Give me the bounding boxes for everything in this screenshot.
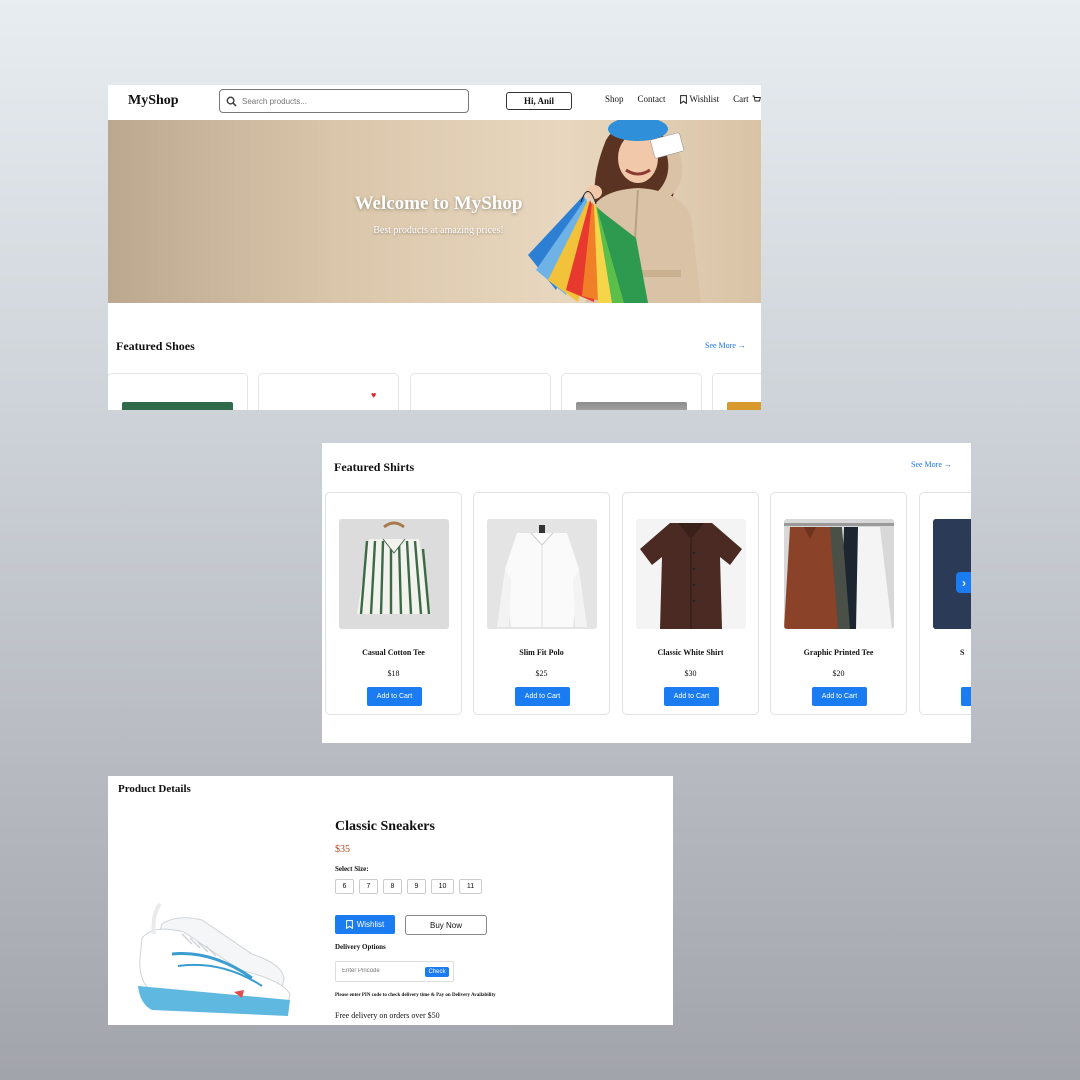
nav-cart[interactable]: Cart xyxy=(733,94,761,104)
size-options: 6 7 8 9 10 11 xyxy=(335,879,482,894)
product-price: $18 xyxy=(387,669,400,678)
product-price: $20 xyxy=(832,669,845,678)
add-to-cart-button[interactable]: Add to Cart xyxy=(367,687,422,706)
carousel-next-button[interactable]: › xyxy=(956,572,971,593)
wishlist-button-label: Wishlist xyxy=(356,920,385,929)
product-card[interactable]: S xyxy=(919,492,971,715)
shoe-thumbnail xyxy=(576,402,687,410)
nav-wishlist[interactable]: Wishlist xyxy=(679,94,720,104)
sneaker-image xyxy=(138,902,291,1016)
nav-cart-label: Cart xyxy=(733,94,749,104)
free-delivery-text: Free delivery on orders over $50 xyxy=(335,1011,440,1020)
product-name: S xyxy=(960,648,965,657)
check-pincode-button[interactable]: Check xyxy=(425,967,449,977)
product-name: Casual Cotton Tee xyxy=(362,648,425,657)
product-image xyxy=(487,519,597,629)
product-details-screenshot: Product Details Classic Sneakers $35 Sel… xyxy=(108,776,673,1025)
product-name: Graphic Printed Tee xyxy=(803,648,874,657)
product-details-heading: Product Details xyxy=(118,783,191,795)
cart-icon xyxy=(752,95,761,101)
product-card[interactable]: Slim Fit Polo $25 Add to Cart xyxy=(473,492,610,715)
featured-shoes-title: Featured Shoes xyxy=(116,339,195,353)
shoe-card[interactable] xyxy=(108,373,248,410)
product-card[interactable]: Graphic Printed Tee $20 Add to Cart xyxy=(770,492,907,715)
shoe-card[interactable] xyxy=(561,373,702,410)
shoe-card[interactable] xyxy=(712,373,761,410)
wishlist-button[interactable]: Wishlist xyxy=(335,915,395,934)
pincode-input[interactable] xyxy=(342,968,422,974)
shoe-card[interactable] xyxy=(410,373,551,410)
product-image xyxy=(636,519,746,629)
bookmark-icon xyxy=(345,920,353,929)
nav-shop[interactable]: Shop xyxy=(605,94,624,104)
site-logo[interactable]: MyShop xyxy=(128,93,179,109)
size-option[interactable]: 8 xyxy=(383,879,402,894)
delivery-options-label: Delivery Options xyxy=(335,943,386,951)
home-page-screenshot: MyShop Hi, Anil Shop Contact Wishlist Ca… xyxy=(108,85,761,410)
size-option[interactable]: 10 xyxy=(431,879,454,894)
hero-subtitle: Best products at amazing prices! xyxy=(373,225,504,236)
size-option[interactable]: 6 xyxy=(335,879,354,894)
product-card[interactable]: Classic White Shirt $30 Add to Cart xyxy=(622,492,759,715)
add-to-cart-button[interactable]: Add to Cart xyxy=(664,687,719,706)
bookmark-icon xyxy=(679,94,687,104)
product-image xyxy=(339,519,449,629)
add-to-cart-button[interactable]: Add to Cart xyxy=(515,687,570,706)
shoe-thumbnail xyxy=(727,402,761,410)
hero-title: Welcome to MyShop xyxy=(354,193,523,214)
pincode-note: Please enter PIN code to check delivery … xyxy=(335,993,496,998)
search-bar[interactable] xyxy=(219,89,469,113)
hero-banner: Welcome to MyShop Best products at amazi… xyxy=(108,120,761,303)
product-price: $25 xyxy=(535,669,548,678)
product-name: Slim Fit Polo xyxy=(519,648,564,657)
size-option[interactable]: 11 xyxy=(459,879,482,894)
nav-wishlist-label: Wishlist xyxy=(689,94,720,104)
featured-shirts-title: Featured Shirts xyxy=(334,460,415,474)
buy-now-button[interactable]: Buy Now xyxy=(405,915,487,935)
nav-links: Shop Contact Wishlist Cart xyxy=(605,94,761,104)
size-label: Select Size: xyxy=(335,865,369,873)
size-option[interactable]: 7 xyxy=(359,879,378,894)
product-card[interactable]: Casual Cotton Tee $18 Add to Cart xyxy=(325,492,462,715)
search-icon xyxy=(226,96,237,107)
nav-contact[interactable]: Contact xyxy=(638,94,666,104)
add-to-cart-button[interactable]: Add to Cart xyxy=(812,687,867,706)
heart-icon[interactable]: ♥ xyxy=(371,390,376,400)
navbar: MyShop Hi, Anil Shop Contact Wishlist Ca… xyxy=(108,85,761,120)
product-image xyxy=(784,519,894,629)
user-greeting-button[interactable]: Hi, Anil xyxy=(506,92,572,110)
product-price: $35 xyxy=(335,844,350,855)
product-price: $30 xyxy=(684,669,697,678)
pincode-box: Check xyxy=(335,961,454,982)
add-to-cart-button[interactable] xyxy=(961,687,971,706)
search-input[interactable] xyxy=(242,96,442,106)
shoe-card[interactable]: ♥ xyxy=(258,373,399,410)
shoes-see-more-link[interactable]: See More → xyxy=(705,341,746,350)
size-option[interactable]: 9 xyxy=(407,879,426,894)
product-name: Classic White Shirt xyxy=(657,648,724,657)
shirts-see-more-link[interactable]: See More → xyxy=(911,460,952,469)
product-title: Classic Sneakers xyxy=(335,819,435,834)
shoe-thumbnail xyxy=(122,402,233,410)
featured-shirts-screenshot: Featured Shirts See More → Casual Cotton… xyxy=(322,443,971,743)
